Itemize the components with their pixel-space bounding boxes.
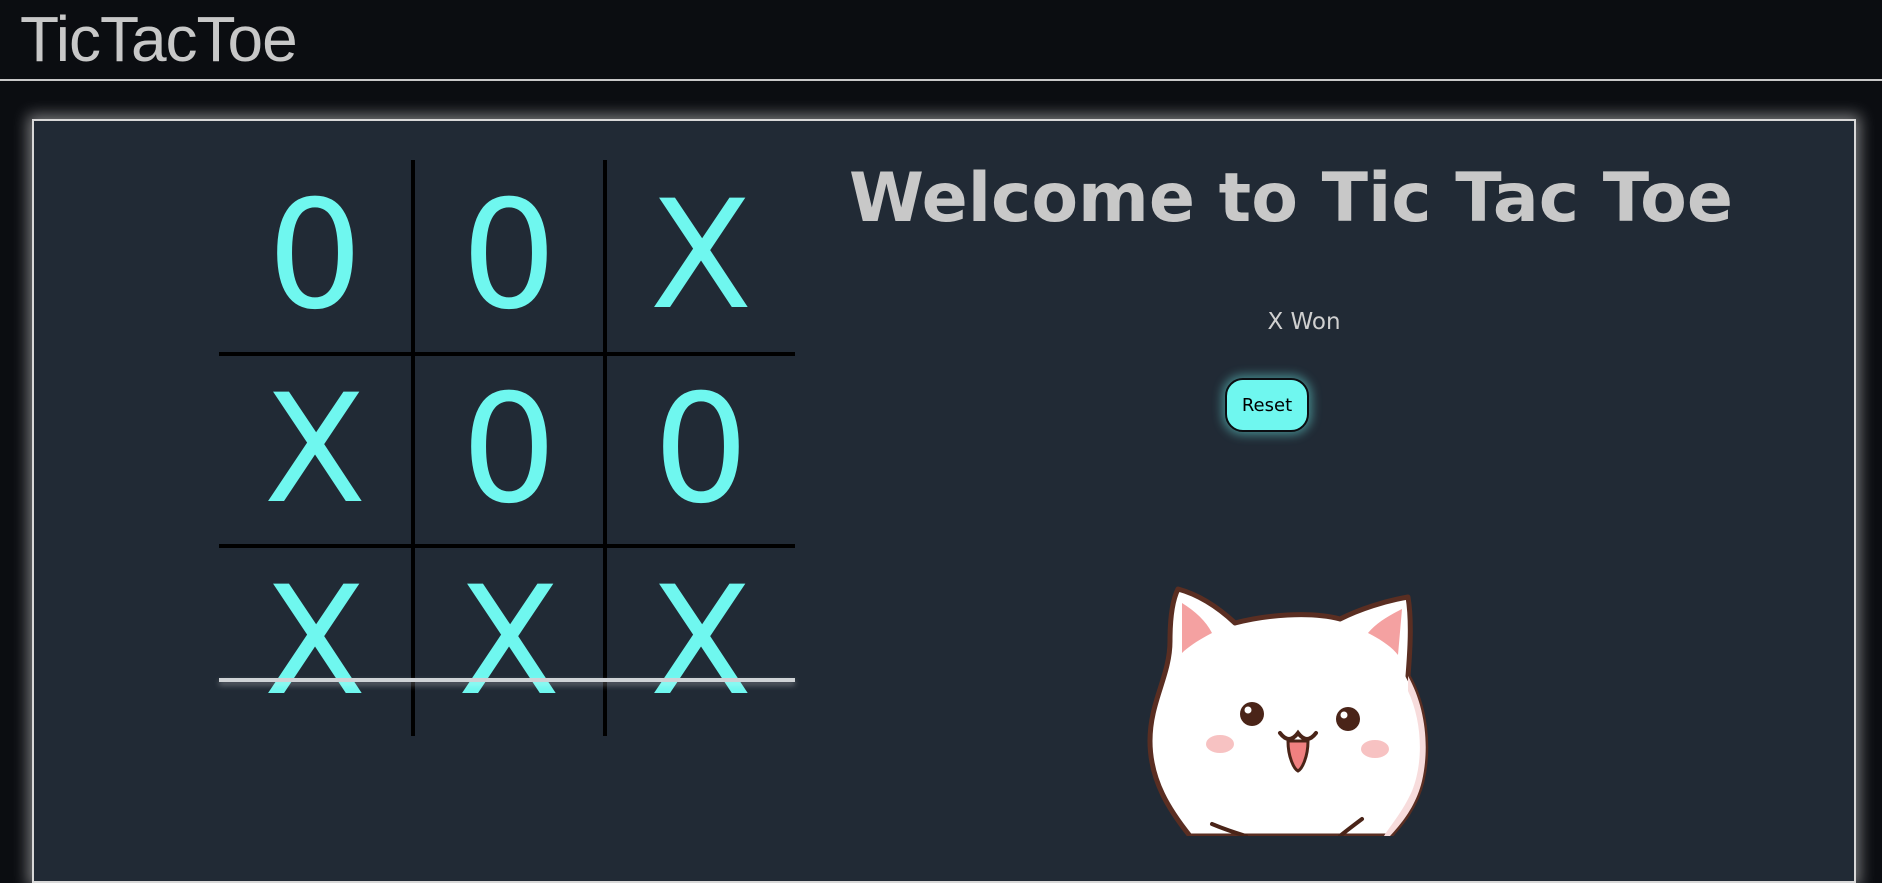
brand-title[interactable]: TicTacToe: [20, 2, 298, 76]
board-cell-3-3[interactable]: X: [603, 544, 795, 736]
game-status: X Won: [1267, 309, 1341, 335]
board-cell-1-3[interactable]: X: [603, 160, 795, 352]
page-title: Welcome to Tic Tac Toe: [849, 159, 1733, 238]
board-cell-3-1[interactable]: X: [219, 544, 411, 736]
board-cell-1-2[interactable]: 0: [411, 160, 603, 352]
board-cell-2-1[interactable]: X: [219, 352, 411, 544]
board-cell-3-2[interactable]: X: [411, 544, 603, 736]
game-board: 0 0 X X 0 0 X X X: [219, 160, 795, 736]
board-cell-2-3[interactable]: 0: [603, 352, 795, 544]
winning-strike-line: [219, 678, 795, 682]
board-cell-1-1[interactable]: 0: [219, 160, 411, 352]
reset-button[interactable]: Reset: [1225, 378, 1309, 432]
board-cell-2-2[interactable]: 0: [411, 352, 603, 544]
navbar: TicTacToe: [0, 0, 1882, 81]
game-panel: 0 0 X X 0 0 X X X Welcome to Tic Tac Toe…: [32, 119, 1856, 883]
cat-sticker-image: [1147, 586, 1429, 836]
